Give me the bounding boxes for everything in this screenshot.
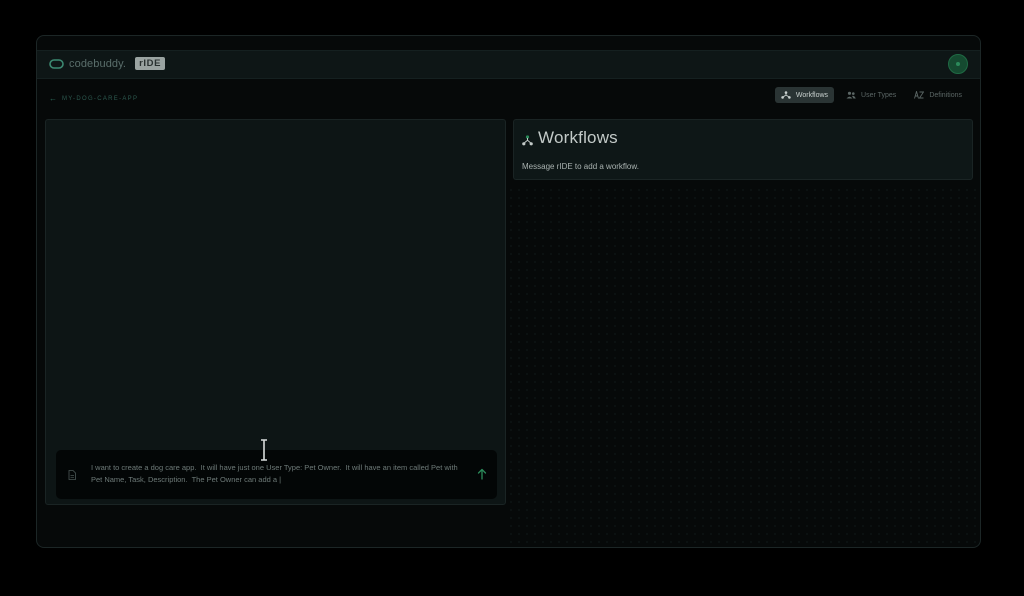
brand-badge: rIDE xyxy=(135,57,166,70)
arrow-left-icon: ← xyxy=(49,94,57,103)
workflows-empty-message: Message rIDE to add a workflow. xyxy=(522,162,639,171)
users-icon xyxy=(846,91,856,99)
brand[interactable]: codebuddy. rIDE xyxy=(49,57,166,70)
chat-input-box[interactable]: I want to create a dog care app. It will… xyxy=(56,450,497,499)
workflow-icon xyxy=(781,91,791,99)
tab-label: Definitions xyxy=(929,91,962,99)
avatar[interactable] xyxy=(948,54,968,74)
avatar-dot-icon xyxy=(956,62,960,66)
top-bar: codebuddy. rIDE xyxy=(37,50,980,79)
tab-workflows[interactable]: Workflows xyxy=(774,87,835,103)
codebuddy-logo-icon xyxy=(49,58,64,69)
workflows-panel: Workflows Message rIDE to add a workflow… xyxy=(513,119,973,180)
chat-input-text[interactable]: I want to create a dog care app. It will… xyxy=(91,462,461,486)
breadcrumb-label: MY-DOG-CARE-APP xyxy=(62,95,139,102)
tab-label: User Types xyxy=(861,91,897,99)
chat-panel: I want to create a dog care app. It will… xyxy=(45,119,506,505)
send-arrow-icon[interactable] xyxy=(477,468,487,480)
az-icon xyxy=(914,91,925,99)
text-cursor-icon xyxy=(261,439,267,461)
file-attach-icon[interactable] xyxy=(68,470,76,480)
brand-name: codebuddy. xyxy=(69,57,127,70)
workflows-header: Workflows xyxy=(522,128,618,148)
app-window: codebuddy. rIDE ← MY-DOG-CARE-APP Workfl… xyxy=(36,35,981,548)
workflow-icon xyxy=(522,134,533,145)
workflows-title: Workflows xyxy=(538,128,618,147)
dotted-background xyxy=(507,186,977,546)
tab-user-types[interactable]: User Types xyxy=(840,87,902,103)
tab-bar: Workflows User Types Definitions xyxy=(774,87,968,103)
tab-definitions[interactable]: Definitions xyxy=(908,87,968,103)
tab-label: Workflows xyxy=(795,91,829,99)
breadcrumb[interactable]: ← MY-DOG-CARE-APP xyxy=(49,94,138,103)
